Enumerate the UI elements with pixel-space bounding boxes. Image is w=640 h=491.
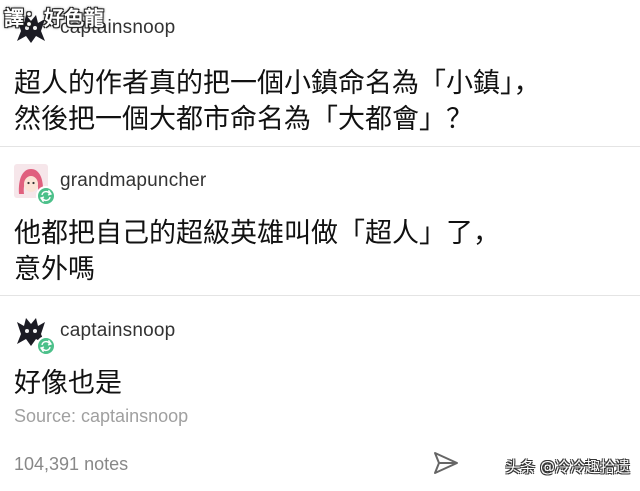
post-text-line: 好像也是 [14,368,122,399]
reblog-icon [36,186,56,206]
post-header: captainsnoop [14,311,175,356]
post-text-line: 他都把自己的超級英雄叫做「超人」了， [14,218,500,249]
post-body: 好像也是 [14,366,122,402]
post-text-line: 然後把一個大都市命名為「大都會」？ [14,104,473,135]
watermark: 头条 @冷冷趣拾遗 [505,458,630,476]
username[interactable]: grandmapuncher [60,170,206,192]
post-header: grandmapuncher [14,161,206,206]
reblog-icon [36,336,56,356]
post-text-line: 意外嗎 [14,254,95,285]
post-body: 他都把自己的超級英雄叫做「超人」了， 意外嗎 [14,216,500,288]
source-link[interactable]: Source: captainsnoop [14,406,188,427]
translator-credit: 譯：好色龍 [4,6,104,30]
bat-silhouette-icon[interactable] [14,314,56,356]
pink-hair-character-icon[interactable] [14,164,56,206]
post-body: 超人的作者真的把一個小鎮命名為「小鎮」， 然後把一個大都市命名為「大都會」？ [14,66,541,138]
notes-count[interactable]: 104,391 notes [14,454,128,475]
send-icon[interactable] [432,450,460,476]
post-text-line: 超人的作者真的把一個小鎮命名為「小鎮」， [14,68,541,99]
post-reblog: grandmapuncher 他都把自己的超級英雄叫做「超人」了， 意外嗎 [0,147,640,295]
username[interactable]: captainsnoop [60,320,175,342]
